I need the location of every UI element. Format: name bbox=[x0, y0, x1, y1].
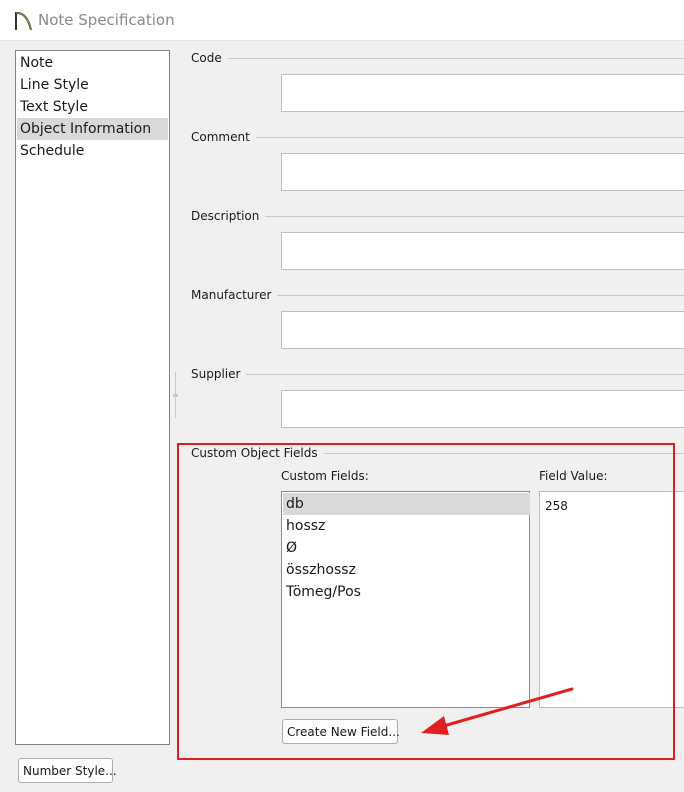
description-group-line bbox=[260, 216, 684, 217]
field-value-input[interactable]: 258 bbox=[539, 491, 684, 708]
supplier-group-label: Supplier bbox=[191, 367, 247, 381]
manufacturer-group-label: Manufacturer bbox=[191, 288, 278, 302]
nav-item-schedule[interactable]: Schedule bbox=[17, 140, 168, 162]
comment-input[interactable] bbox=[281, 153, 684, 191]
custom-field-item[interactable]: Tömeg/Pos bbox=[283, 581, 530, 603]
custom-field-item[interactable]: db bbox=[283, 493, 530, 515]
description-group-label: Description bbox=[191, 209, 266, 223]
custom-field-item[interactable]: összhossz bbox=[283, 559, 530, 581]
supplier-group-line bbox=[245, 374, 684, 375]
code-input[interactable] bbox=[281, 74, 684, 112]
code-group-line bbox=[226, 58, 684, 59]
create-new-field-button[interactable]: Create New Field... bbox=[282, 719, 400, 744]
comment-group-label: Comment bbox=[191, 130, 256, 144]
category-list[interactable]: Note Line Style Text Style Object Inform… bbox=[15, 50, 170, 745]
custom-fields-list[interactable]: db hossz Ø összhossz Tömeg/Pos bbox=[281, 491, 530, 708]
app-logo-icon bbox=[15, 11, 32, 31]
manufacturer-group-line bbox=[273, 295, 684, 296]
window-title: Note Specification bbox=[38, 11, 175, 29]
code-group-label: Code bbox=[191, 51, 228, 65]
comment-group-line bbox=[252, 137, 684, 138]
custom-field-item[interactable]: Ø bbox=[283, 537, 530, 559]
nav-item-line-style[interactable]: Line Style bbox=[17, 74, 168, 96]
description-input[interactable] bbox=[281, 232, 684, 270]
field-value-label: Field Value: bbox=[539, 469, 608, 483]
supplier-input[interactable] bbox=[281, 390, 684, 428]
manufacturer-input[interactable] bbox=[281, 311, 684, 349]
custom-field-item[interactable]: hossz bbox=[283, 515, 530, 537]
custom-fields-group-label: Custom Object Fields bbox=[191, 446, 324, 460]
nav-item-text-style[interactable]: Text Style bbox=[17, 96, 168, 118]
splitter-grip[interactable] bbox=[173, 394, 178, 397]
nav-item-object-information[interactable]: Object Information bbox=[17, 118, 168, 140]
custom-fields-group-line bbox=[318, 453, 684, 454]
custom-fields-label: Custom Fields: bbox=[281, 469, 369, 483]
number-style-button[interactable]: Number Style... bbox=[18, 758, 117, 783]
title-bar: Note Specification bbox=[0, 0, 684, 41]
nav-item-note[interactable]: Note bbox=[17, 52, 168, 74]
